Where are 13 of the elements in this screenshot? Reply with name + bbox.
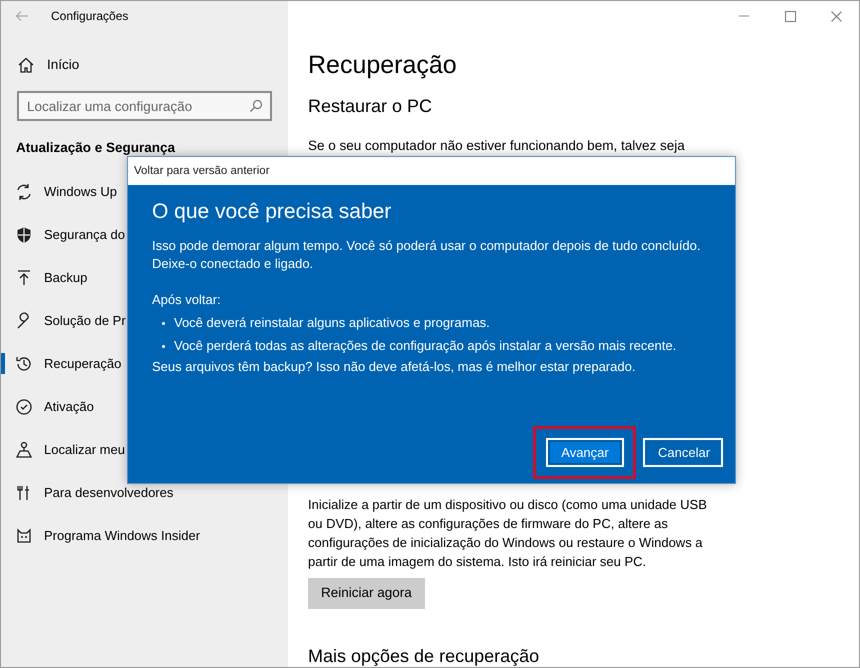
window-title: Configurações bbox=[51, 8, 128, 25]
description-text: Se o seu computador não estiver funcionando bem, talvez seja bbox=[308, 137, 686, 155]
dialog-text: Seus arquivos têm backup? Isso não deve afetá-los, mas é melhor estar preparado. bbox=[152, 358, 636, 376]
description-text: Inicialize a partir de um dispositivo ou disco (como uma unidade USB ou DVD), altere as configurações de firmware do PC, altere as configurações de inicialização do Windows ou restaure o Windows a partir de uma imagem do sistema. Isto irá reiniciar seu PC. bbox=[308, 496, 708, 572]
section-heading: Restaurar o PC bbox=[308, 95, 434, 118]
bullet-text: Você perderá todas as alterações de configuração após instalar a versão mais recente. bbox=[174, 337, 676, 355]
list-heading: Após voltar: bbox=[152, 291, 222, 309]
section-heading: Mais opções de recuperação bbox=[308, 644, 540, 667]
dialog-heading: O que você precisa saber bbox=[152, 199, 392, 225]
bullet-text: Você deverá reinstalar alguns aplicativos e programas. bbox=[174, 314, 490, 332]
dialog-title: Voltar para versão anterior bbox=[128, 157, 735, 185]
page-title: Recuperação bbox=[308, 50, 458, 81]
dialog-text: Isso pode demorar algum tempo. Você só poderá usar o computador depois de tudo concluído. Deixe-o conectado e ligado. bbox=[152, 237, 702, 273]
